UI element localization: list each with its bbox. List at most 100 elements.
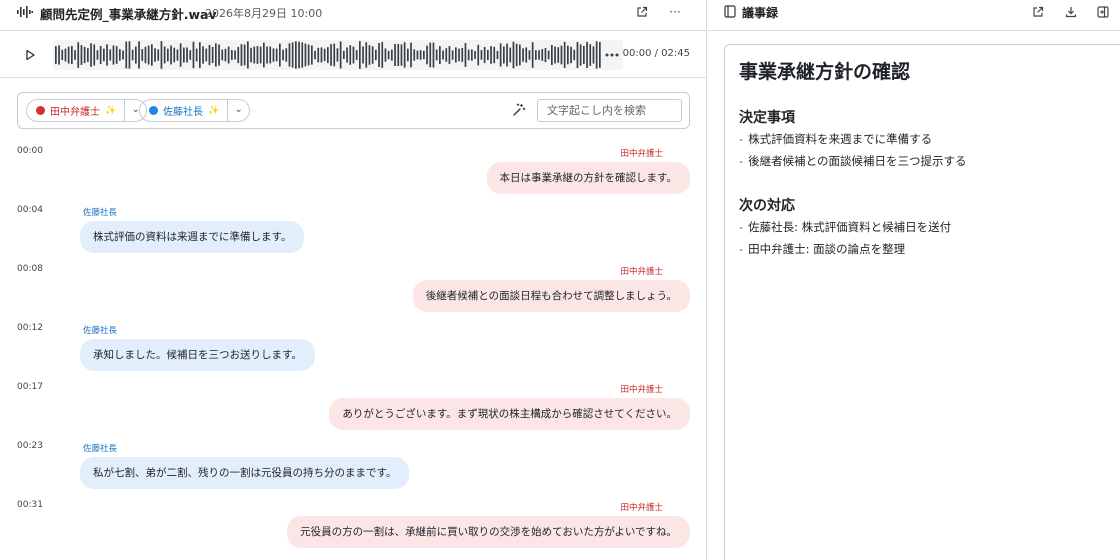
section-heading-next-actions: 次の対応 — [739, 198, 795, 214]
waveform-bar — [339, 41, 342, 69]
waveform-bar — [560, 45, 563, 65]
waveform-bar — [55, 46, 57, 64]
download-icon — [1065, 7, 1077, 18]
more-menu-button[interactable]: ··· — [666, 3, 684, 21]
transcript-entry[interactable]: 00:12 佐藤社長 承知しました。候補日を三つお送りします。 — [0, 317, 706, 376]
waveform-bar — [74, 50, 76, 60]
speaker-name: 田中弁護士 — [620, 503, 663, 513]
transcript-entry[interactable]: 00:04 佐藤社長 株式評価の資料は来週までに準備します。 — [0, 199, 706, 258]
waveform-bar — [176, 49, 179, 61]
waveform-bar — [141, 49, 144, 61]
waveform-bar — [442, 50, 444, 60]
waveform-bar — [426, 45, 428, 65]
waveform-bar — [487, 49, 489, 61]
timestamp[interactable]: 00:12 — [17, 323, 43, 333]
waveform-bar — [99, 46, 102, 64]
open-external-button[interactable] — [1032, 3, 1050, 21]
transcript-entry[interactable]: 00:23 佐藤社長 私が七割、弟が二割、残りの一割は元役員の持ち分のままです。 — [0, 435, 706, 494]
list-item: - 田中弁護士: 面談の論点を整理 — [739, 241, 905, 257]
speaker-filter-sato[interactable]: 佐藤社長 ✨ ⌄ — [139, 99, 251, 122]
waveform-bar — [458, 48, 460, 62]
waveform-bar — [435, 49, 438, 61]
waveform-bar — [109, 49, 112, 61]
speaker-chip-label: 田中弁護士 — [50, 107, 100, 118]
list-item-text: 田中弁護士: 面談の論点を整理 — [748, 242, 906, 256]
file-header: 顧問先定例_事業承継方針.wav 2026年8月29日 10:00 ··· — [0, 0, 706, 31]
minutes-pane: 議事録 事業承継方針の確認 決定事項 - 株式評価資料を来週までに準備する - … — [708, 0, 1120, 560]
transcript-search-input[interactable] — [537, 99, 682, 122]
waveform-bar — [503, 46, 505, 64]
waveform-bar — [250, 47, 252, 63]
waveform-bar — [333, 43, 336, 67]
waveform-bar — [211, 47, 214, 63]
waveform-bar — [461, 48, 464, 62]
waveform-bar — [464, 43, 467, 67]
waveform-ellipsis — [610, 53, 614, 57]
waveform-bar — [336, 48, 339, 62]
waveform-bar — [519, 44, 521, 66]
timestamp[interactable]: 00:04 — [17, 205, 43, 215]
waveform-bar — [407, 48, 409, 62]
transcript-entry[interactable]: 00:08 田中弁護士 後継者候補との面談日程も合わせて調整しましょう。 — [0, 258, 706, 317]
waveform-bar — [557, 47, 560, 63]
list-item: - 後継者候補との面談候補日を三つ提示する — [739, 153, 967, 169]
waveform-bar — [179, 43, 182, 67]
transcript-entry[interactable]: 00:31 田中弁護士 元役員の方の一割は、承継前に買い取りの交渉を始めておいた方が… — [0, 494, 706, 553]
download-button[interactable] — [1065, 3, 1083, 21]
waveform-bar — [445, 48, 448, 62]
chevron-down-icon[interactable]: ⌄ — [227, 99, 249, 122]
waveform-bar — [282, 49, 284, 61]
file-title: 顧問先定例_事業承継方針.wav — [40, 7, 217, 22]
waveform-bar — [138, 41, 140, 69]
waveform-bar — [170, 45, 172, 65]
waveform-bar — [583, 46, 585, 64]
section-heading-decisions: 決定事項 — [739, 110, 795, 126]
timestamp[interactable]: 00:08 — [17, 264, 43, 274]
waveform-bar — [547, 50, 550, 60]
waveform-bar — [163, 46, 166, 64]
waveform-bar — [71, 45, 73, 64]
timestamp[interactable]: 00:17 — [17, 382, 43, 392]
export-button[interactable] — [1097, 3, 1115, 21]
waveform-bar — [112, 45, 115, 65]
speaker-name: 佐藤社長 — [83, 208, 118, 218]
waveform-bar — [275, 48, 278, 62]
notebook-icon — [724, 5, 736, 18]
waveform-bar — [192, 41, 195, 69]
waveform-bar — [298, 41, 300, 69]
list-item-text: 株式評価資料を来週までに準備する — [748, 132, 933, 146]
waveform-bar — [541, 49, 544, 61]
timestamp[interactable]: 00:23 — [17, 441, 43, 451]
message-bubble: 私が七割、弟が二割、残りの一割は元役員の持ち分のままです。 — [80, 457, 410, 489]
transcript-entry[interactable]: 00:00 田中弁護士 本日は事業承継の方針を確認します。 — [0, 140, 706, 199]
speaker-filter-tanaka[interactable]: 田中弁護士 ✨ ⌄ — [26, 99, 148, 122]
play-icon[interactable] — [22, 47, 38, 63]
speaker-color-dot — [149, 106, 158, 115]
waveform-bar — [327, 47, 329, 63]
waveform-bar — [77, 42, 80, 68]
waveform-bar — [301, 42, 304, 68]
magic-wand-icon[interactable] — [512, 103, 526, 117]
waveform-bar — [90, 43, 92, 67]
open-external-button[interactable] — [633, 3, 651, 21]
waveform-bar — [416, 50, 419, 60]
minutes-header-title: 議事録 — [742, 6, 779, 20]
external-link-icon — [637, 6, 648, 17]
waveform-bar — [272, 48, 275, 62]
timestamp[interactable]: 00:00 — [17, 146, 43, 156]
waveform-scrubber[interactable] — [53, 40, 623, 70]
waveform-bar — [186, 47, 188, 63]
waveform-bar — [215, 43, 217, 67]
transcript-entry[interactable]: 00:17 田中弁護士 ありがとうございます。まず現状の株主構成から確認させてくださ… — [0, 376, 706, 435]
minutes-title: 事業承継方針の確認 — [739, 61, 911, 83]
waveform-bar — [93, 44, 96, 66]
waveform-bar — [551, 45, 553, 65]
waveform-bar — [173, 47, 176, 63]
waveform-bar — [125, 41, 128, 69]
waveform-bar — [343, 50, 345, 59]
waveform-bar — [576, 42, 579, 68]
message-bubble: 承知しました。候補日を三つお送りします。 — [80, 339, 315, 371]
waveform-bar — [202, 46, 204, 64]
timestamp[interactable]: 00:31 — [17, 500, 43, 510]
waveform-bar — [199, 42, 201, 68]
